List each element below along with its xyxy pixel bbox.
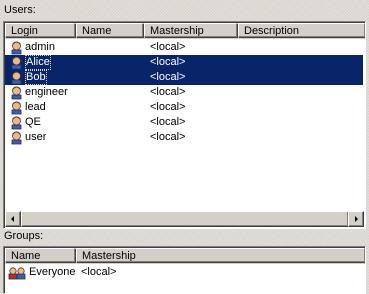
group-name: Everyone	[29, 266, 76, 278]
user-icon	[9, 85, 23, 100]
column-header-group-mastership[interactable]: Mastership	[76, 248, 365, 262]
column-header-login[interactable]: Login	[5, 23, 75, 37]
user-icon	[9, 130, 23, 145]
user-mastership: <local>	[150, 71, 186, 83]
users-list-header: Login Name Mastership Description	[5, 23, 365, 39]
groups-list-header: Name Mastership	[5, 248, 365, 264]
column-header-description[interactable]: Description	[238, 23, 365, 37]
table-row[interactable]: engineer <local>	[5, 85, 363, 100]
user-mastership: <local>	[150, 86, 186, 98]
group-icon	[8, 265, 28, 280]
table-row[interactable]: lead <local>	[5, 100, 363, 115]
user-mastership: <local>	[150, 101, 186, 113]
users-label: Users:	[4, 4, 36, 16]
user-login: Alice	[25, 55, 51, 70]
user-mastership: <local>	[150, 56, 186, 68]
users-list[interactable]: Login Name Mastership Description admin <…	[3, 21, 366, 229]
user-icon	[9, 40, 23, 55]
user-login: admin	[25, 41, 55, 53]
user-login: user	[25, 131, 47, 143]
table-row[interactable]: QE <local>	[5, 115, 363, 130]
group-mastership: <local>	[81, 266, 117, 278]
users-horizontal-scrollbar[interactable]	[5, 211, 364, 227]
user-login: engineer	[25, 86, 68, 98]
user-icon	[9, 70, 23, 85]
table-row[interactable]: admin <local>	[5, 40, 363, 55]
column-header-name[interactable]: Name	[76, 23, 143, 37]
scroll-thumb[interactable]	[21, 211, 349, 227]
user-icon	[9, 115, 23, 130]
user-login: lead	[25, 101, 46, 113]
table-row[interactable]: Bob <local>	[5, 70, 363, 85]
table-row[interactable]: Alice <local>	[5, 55, 363, 70]
user-login: Bob	[25, 70, 47, 85]
user-mastership: <local>	[150, 116, 186, 128]
user-login: QE	[25, 116, 41, 128]
column-header-mastership[interactable]: Mastership	[144, 23, 237, 37]
groups-list[interactable]: Name Mastership Everyone <local>	[3, 246, 366, 294]
table-row[interactable]: user <local>	[5, 130, 363, 145]
user-icon	[9, 55, 23, 70]
user-mastership: <local>	[150, 131, 186, 143]
scroll-left-button[interactable]	[5, 211, 21, 227]
user-mastership: <local>	[150, 41, 186, 53]
user-icon	[9, 100, 23, 115]
scroll-left-arrow-icon	[11, 216, 14, 222]
table-row[interactable]: Everyone <local>	[5, 265, 363, 280]
scroll-right-arrow-icon	[355, 216, 358, 222]
scroll-right-button[interactable]	[348, 211, 364, 227]
groups-label: Groups:	[4, 230, 44, 242]
column-header-group-name[interactable]: Name	[5, 248, 75, 262]
